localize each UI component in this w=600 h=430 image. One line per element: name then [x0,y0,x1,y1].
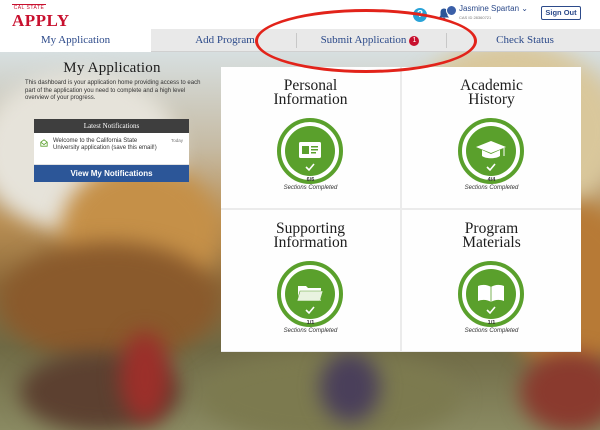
book-icon [478,284,504,302]
tab-label: Submit Application [320,34,407,46]
sign-out-button[interactable]: Sign Out [541,6,581,20]
tab-my-application[interactable]: My Application [0,29,151,52]
notifications-heading: Latest Notifications [34,119,189,133]
card-academic-history[interactable]: Academic History 4/4 Sections Completed [402,67,581,208]
folder-icon [296,286,324,302]
tab-bar: My Application Add Program Submit Applic… [0,29,600,52]
view-my-notifications-button[interactable]: View My Notifications [34,165,189,182]
card-program-materials[interactable]: Program Materials 1/1 Sections Completed [402,210,581,351]
sections-count: 4/4 [487,177,496,183]
progress-ring [456,259,526,329]
progress-ring [275,259,345,329]
tab-divider [296,33,297,48]
avatar[interactable] [446,5,457,16]
progress-ring [275,116,345,186]
envelope-open-icon [40,139,48,147]
sections-count: 1/1 [487,320,496,326]
tab-divider [446,33,447,48]
sections-completed-label: Sections Completed [283,185,338,191]
tab-check-status[interactable]: Check Status [450,29,600,52]
card-title-line: Information [273,234,348,251]
card-title-line: History [468,91,515,108]
page-title: My Application [63,60,161,76]
id-card-icon [299,142,321,158]
sections-count: 1/1 [306,320,315,326]
cal-state-apply-logo[interactable]: CAL STATE APPLY [12,2,70,30]
sections-completed-label: Sections Completed [464,328,519,334]
card-personal-information[interactable]: Personal Information 6/6 Sections Comple… [221,67,400,208]
logo-big-text: APPLY [12,11,70,30]
tab-label: My Application [40,34,111,46]
tab-label: Add Program [195,34,255,46]
application-sections-grid: Personal Information 6/6 Sections Comple… [221,67,581,352]
user-id: CAS ID 28360721 [459,15,492,20]
sections-completed-label: Sections Completed [283,328,338,334]
notification-item[interactable]: Welcome to the California State Universi… [34,133,189,165]
dashboard-description: This dashboard is your application home … [25,80,201,101]
card-supporting-information[interactable]: Supporting Information 1/1 Sections Comp… [221,210,400,351]
user-name-menu[interactable]: Jasmine Spartan ⌄ [459,4,528,13]
notification-badge: 1 [409,36,420,46]
progress-ring [456,116,526,186]
notification-text: Welcome to the California State Universi… [53,138,157,151]
tab-add-program[interactable]: Add Program [160,29,290,52]
card-title: Program Materials [402,221,581,251]
help-icon[interactable]: ? [413,8,427,22]
sections-completed-label: Sections Completed [464,185,519,191]
card-title: Supporting Information [221,221,400,251]
top-header: CAL STATE APPLY ? Jasmine Spartan ⌄ CAS … [0,0,600,29]
sections-count: 6/6 [306,177,315,183]
notifications-panel: Latest Notifications Welcome to the Cali… [34,119,189,182]
card-title: Personal Information [221,78,400,108]
card-title: Academic History [402,78,581,108]
card-title-line: Materials [462,234,521,251]
tab-submit-application[interactable]: Submit Application 1 [300,29,440,52]
tab-label: Check Status [496,34,554,46]
card-title-line: Information [273,91,348,108]
notification-date: Today [170,138,183,143]
dashboard-intro-panel: My Application This dashboard is your ap… [22,60,202,182]
